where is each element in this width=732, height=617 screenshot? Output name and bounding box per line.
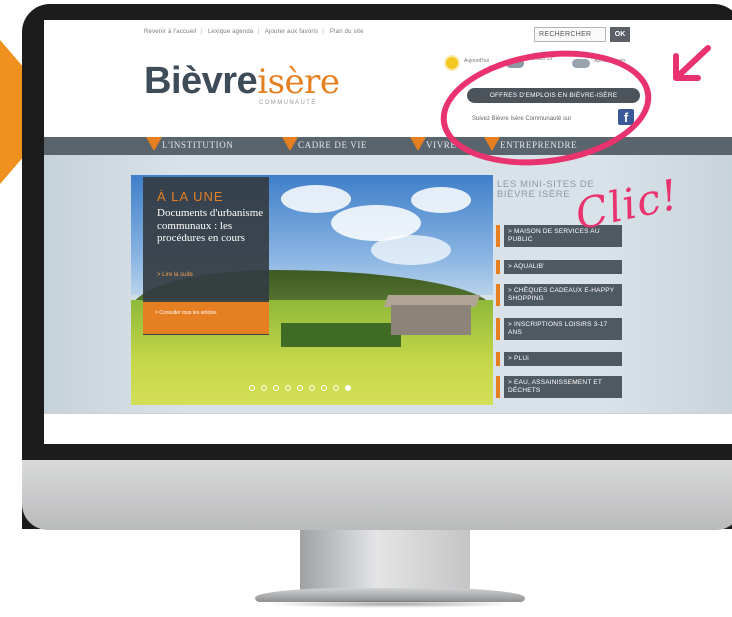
slider-dot[interactable]	[309, 385, 315, 391]
stage: Revenir à l'accueil | Lexique agenda | Ajo…	[0, 0, 732, 617]
top-link-favorites[interactable]: Ajouter aux favoris	[265, 29, 319, 35]
top-bar: Revenir à l'accueil | Lexique agenda | Ajo…	[44, 20, 732, 50]
nav-item-cadre-de-vie[interactable]: CADRE DE VIE	[298, 140, 367, 150]
slider-dot[interactable]	[333, 385, 339, 391]
all-articles-button[interactable]: > Consulter tous les articles	[143, 302, 269, 334]
mini-site-inscriptions-loisirs[interactable]: > INSCRIPTIONS LOISIRS 3-17 ANS	[496, 318, 622, 340]
search-ok-button[interactable]: OK	[610, 27, 630, 42]
read-more-link[interactable]: > Lire la suite	[157, 272, 193, 278]
slider-dot[interactable]	[261, 385, 267, 391]
weather-label-today: Aujourd'hui	[464, 58, 489, 64]
slider-dot[interactable]	[297, 385, 303, 391]
search-input[interactable]: RECHERCHER	[534, 27, 606, 42]
monitor-chin	[22, 460, 732, 530]
stand-shadow	[262, 600, 518, 608]
main-nav: L'INSTITUTION CADRE DE VIE VIVRE ENTREPR…	[44, 137, 732, 155]
top-link-agenda[interactable]: Lexique agenda	[208, 29, 254, 35]
content-footer-strip	[44, 413, 732, 444]
shed	[391, 305, 471, 335]
logo-subtitle: COMMUNAUTÉ	[259, 100, 317, 106]
mini-site-plui[interactable]: > PLUi	[496, 352, 622, 366]
slider-dot[interactable]	[285, 385, 291, 391]
slider-dot[interactable]	[249, 385, 255, 391]
a-la-une-title: À LA UNE	[157, 189, 224, 204]
nav-marker-icon	[282, 137, 298, 151]
a-la-une-headline[interactable]: Documents d'urbanisme communaux : les pr…	[157, 207, 267, 245]
mini-site-eau-dechets[interactable]: > EAU, ASSAINISSEMENT ET DÉCHETS	[496, 376, 622, 398]
mini-site-cheques-cadeaux[interactable]: > CHÈQUES CADEAUX E-HAPPY SHOPPING	[496, 284, 622, 306]
hedge	[281, 323, 401, 347]
slider-dot[interactable]	[345, 385, 351, 391]
top-link-sitemap[interactable]: Plan du site	[330, 29, 364, 35]
site-logo[interactable]: Bièvreisère	[144, 62, 340, 101]
top-link-home[interactable]: Revenir à l'accueil	[144, 29, 196, 35]
nav-item-institution[interactable]: L'INSTITUTION	[162, 140, 233, 150]
nav-marker-icon	[146, 137, 162, 151]
slider-dot[interactable]	[321, 385, 327, 391]
top-links: Revenir à l'accueil | Lexique agenda | Ajo…	[144, 29, 364, 35]
sun-icon	[446, 57, 458, 69]
pointer-arrow-icon	[673, 45, 711, 81]
mini-site-aqualib[interactable]: > AQUALIB'	[496, 260, 622, 274]
nav-marker-icon	[410, 137, 426, 151]
slider-dot[interactable]	[273, 385, 279, 391]
monitor-stand-neck	[300, 530, 470, 592]
